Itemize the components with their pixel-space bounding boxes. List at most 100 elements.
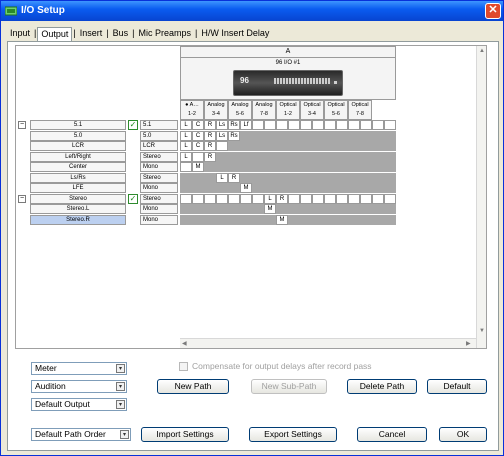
title-bar[interactable]: I/O Setup ✕	[1, 1, 503, 21]
path-format[interactable]: Mono	[140, 204, 178, 214]
path-row[interactable]: − Stereo ✓ Stereo L R	[16, 193, 476, 204]
vertical-scrollbar[interactable]: ▲ ▼	[476, 46, 486, 348]
channel-cell[interactable]	[228, 193, 240, 204]
channel-cell[interactable]	[384, 193, 396, 204]
new-path-button[interactable]: New Path	[157, 379, 229, 394]
channel-cell[interactable]: M	[192, 162, 204, 172]
channel-cell[interactable]	[180, 193, 192, 204]
channel-cell[interactable]: C	[192, 120, 204, 130]
path-format[interactable]: Mono	[140, 162, 178, 172]
compensate-delays-option[interactable]: Compensate for output delays after recor…	[179, 360, 372, 372]
path-name[interactable]: Stereo	[30, 193, 126, 204]
path-format[interactable]: Stereo	[140, 151, 178, 162]
channel-cell[interactable]	[276, 120, 288, 130]
channel-cell[interactable]	[300, 120, 312, 130]
delete-path-button[interactable]: Delete Path	[347, 379, 417, 394]
path-format[interactable]: 5.0	[140, 130, 178, 141]
channel-cell[interactable]	[360, 120, 372, 130]
channel-cell[interactable]: L	[180, 130, 192, 141]
path-name[interactable]: Ls/Rs	[30, 172, 126, 183]
path-format[interactable]: LCR	[140, 141, 178, 151]
channel-cell[interactable]: R	[228, 172, 240, 183]
tab-output[interactable]: Output	[37, 27, 73, 41]
path-format[interactable]: Stereo	[140, 172, 178, 183]
path-name[interactable]: LCR	[30, 141, 126, 151]
channel-cell[interactable]	[372, 193, 384, 204]
path-name[interactable]: Left/Right	[30, 151, 126, 162]
channel-cell[interactable]: L	[180, 151, 192, 162]
default-button[interactable]: Default	[427, 379, 487, 394]
channel-cell[interactable]	[372, 120, 384, 130]
channel-cell[interactable]	[324, 120, 336, 130]
channel-cell[interactable]: C	[192, 130, 204, 141]
chevron-down-icon[interactable]: ▾	[116, 382, 125, 391]
chevron-down-icon[interactable]: ▾	[116, 364, 125, 373]
channel-cell[interactable]: M	[264, 204, 276, 214]
channel-cell[interactable]: L	[180, 120, 192, 130]
collapse-icon[interactable]: −	[18, 121, 26, 129]
path-format[interactable]: Mono	[140, 214, 178, 225]
channel-cell[interactable]	[204, 193, 216, 204]
compensate-delays-checkbox[interactable]	[179, 361, 188, 371]
channel-cell[interactable]	[312, 120, 324, 130]
channel-cell[interactable]: Ls	[216, 130, 228, 141]
path-name[interactable]: 5.0	[30, 130, 126, 141]
path-format[interactable]: Stereo	[140, 193, 178, 204]
channel-cell[interactable]	[252, 120, 264, 130]
channel-cell[interactable]: Rs	[228, 120, 240, 130]
path-active-checkbox[interactable]: ✓	[128, 193, 138, 204]
channel-cell[interactable]	[264, 120, 276, 130]
channel-cell[interactable]	[312, 193, 324, 204]
channel-cell[interactable]	[348, 120, 360, 130]
new-sub-path-button[interactable]: New Sub-Path	[251, 379, 327, 394]
chevron-down-icon[interactable]: ▾	[116, 400, 125, 409]
channel-cell[interactable]	[192, 193, 204, 204]
tab-input[interactable]: Input	[7, 27, 33, 41]
path-row[interactable]: 5.0 5.0 L C R Ls Rs	[16, 130, 476, 141]
path-format[interactable]: 5.1	[140, 120, 178, 130]
channel-cell[interactable]: Lf	[240, 120, 252, 130]
channel-cell[interactable]	[288, 193, 300, 204]
tab-bus[interactable]: Bus	[110, 27, 132, 41]
channel-cell[interactable]	[324, 193, 336, 204]
ok-button[interactable]: OK	[439, 427, 487, 442]
horizontal-scrollbar[interactable]: ◀ ▶	[180, 338, 476, 348]
path-row[interactable]: LFE Mono M	[16, 183, 476, 193]
channel-cell[interactable]: M	[240, 183, 252, 193]
collapse-icon[interactable]: −	[18, 194, 26, 203]
channel-cell[interactable]	[288, 120, 300, 130]
path-row[interactable]: Center Mono M	[16, 162, 476, 172]
path-row[interactable]: −5.1 ✓ 5.1 L C R Ls Rs Lf	[16, 120, 476, 130]
channel-cell[interactable]	[252, 193, 264, 204]
path-name[interactable]: Stereo.R	[30, 214, 126, 225]
scroll-up-icon[interactable]: ▲	[478, 48, 486, 56]
tab-insert[interactable]: Insert	[77, 27, 106, 41]
channel-cell[interactable]	[336, 120, 348, 130]
import-settings-button[interactable]: Import Settings	[141, 427, 229, 442]
channel-cell[interactable]	[216, 141, 228, 151]
path-name[interactable]: LFE	[30, 183, 126, 193]
channel-cell[interactable]: R	[204, 130, 216, 141]
tab-h-w-insert-delay[interactable]: H/W Insert Delay	[198, 27, 272, 41]
scroll-right-icon[interactable]: ▶	[466, 340, 474, 348]
scroll-left-icon[interactable]: ◀	[182, 340, 190, 348]
meter-select[interactable]: Meter ▾	[31, 362, 127, 375]
channel-cell[interactable]: R	[276, 193, 288, 204]
channel-cell[interactable]: L	[216, 172, 228, 183]
channel-cell[interactable]: L	[264, 193, 276, 204]
channel-cell[interactable]	[348, 193, 360, 204]
path-active-checkbox[interactable]: ✓	[128, 120, 138, 130]
path-name[interactable]: Stereo.L	[30, 204, 126, 214]
chevron-down-icon[interactable]: ▾	[120, 430, 129, 439]
export-settings-button[interactable]: Export Settings	[249, 427, 337, 442]
channel-cell[interactable]	[360, 193, 372, 204]
channel-cell[interactable]: R	[204, 151, 216, 162]
channel-cell[interactable]	[240, 193, 252, 204]
channel-cell[interactable]	[180, 162, 192, 172]
scroll-down-icon[interactable]: ▼	[478, 328, 486, 336]
channel-cell[interactable]: R	[204, 141, 216, 151]
cancel-button[interactable]: Cancel	[357, 427, 427, 442]
channel-cell[interactable]	[336, 193, 348, 204]
close-button[interactable]: ✕	[485, 3, 501, 19]
path-format[interactable]: Mono	[140, 183, 178, 193]
